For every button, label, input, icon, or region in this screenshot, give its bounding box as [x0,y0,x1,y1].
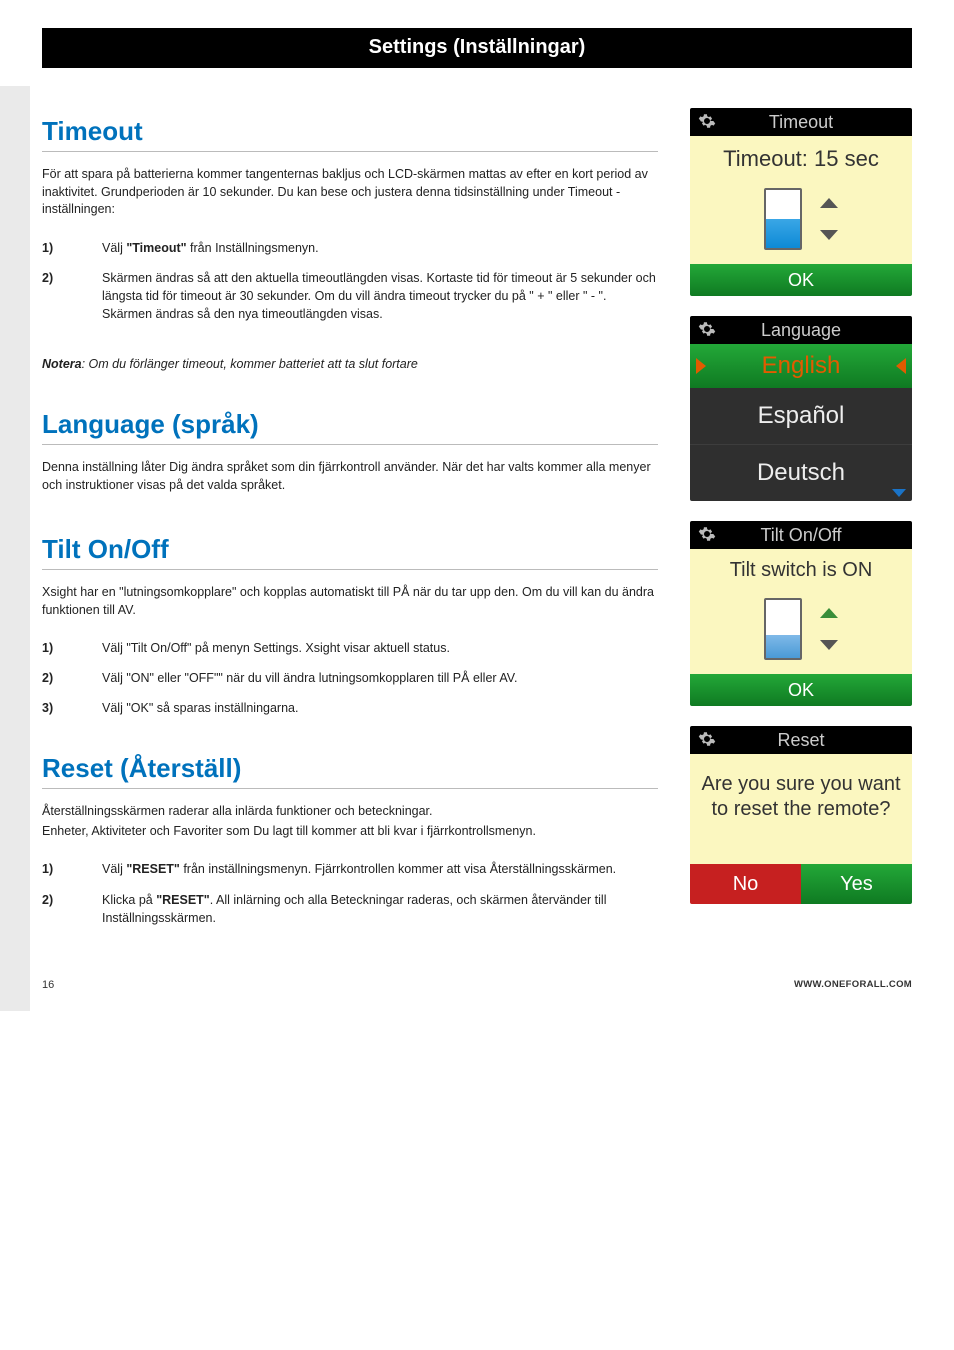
panel-header-tilt: Tilt On/Off [690,521,912,549]
timeout-value-label: Timeout: 15 sec [690,144,912,180]
tilt-step-1: 1) Välj "Tilt On/Off" på menyn Settings.… [42,633,658,663]
arrow-up-icon[interactable] [820,198,838,208]
slider-arrows [820,198,838,240]
page-header-title: Settings (Inställningar) [369,36,586,59]
gear-icon [698,730,716,748]
section-heading-timeout: Timeout [42,116,658,152]
footer-url: WWW.ONEFORALL.COM [794,979,912,991]
reset-intro-2: Enheter, Aktiviteter och Favoriter som D… [42,823,658,841]
gear-icon [698,320,716,338]
timeout-slider-row [690,180,912,264]
panel-body: Timeout: 15 sec [690,136,912,264]
language-option-espanol[interactable]: Español [690,388,912,445]
panel-title: Timeout [690,112,912,133]
left-column: Timeout För att spara på batterierna kom… [42,108,658,961]
step-body: Välj "ON" eller "OFF"" när du vill ändra… [102,669,658,687]
language-selected-label: English [762,352,841,380]
step-body: Välj "Tilt On/Off" på menyn Settings. Xs… [102,639,658,657]
panel-tilt: Tilt On/Off Tilt switch is ON OK [690,521,912,706]
step-number: 2) [42,891,70,927]
panel-title: Reset [690,730,912,751]
panel-header-reset: Reset [690,726,912,754]
section-heading-reset: Reset (Återställ) [42,753,658,789]
step-number: 3) [42,699,70,717]
step-body: Välj "Timeout" från Inställningsmenyn. [102,239,658,257]
panel-title: Tilt On/Off [690,525,912,546]
language-selected-row[interactable]: English [690,344,912,388]
step-number: 2) [42,269,70,323]
step-body: Skärmen ändras så att den aktuella timeo… [102,269,658,323]
yes-button[interactable]: Yes [801,864,912,904]
gear-icon [698,112,716,130]
page-number: 16 [42,979,54,991]
timeout-steps: 1) Välj "Timeout" från Inställningsmenyn… [42,233,658,330]
panel-reset: Reset Are you sure you want to reset the… [690,726,912,904]
tilt-slider-row [690,590,912,674]
content-row: Timeout För att spara på batterierna kom… [42,108,912,961]
chevron-right-icon[interactable] [896,358,906,374]
timeout-slider[interactable] [764,188,802,250]
tilt-step-3: 3) Välj "OK" så sparas inställningarna. [42,693,658,723]
arrow-down-icon[interactable] [820,640,838,650]
reset-step-1: 1) Välj "RESET" från inställningsmenyn. … [42,854,658,884]
ok-button[interactable]: OK [690,674,912,706]
right-column: Timeout Timeout: 15 sec OK [690,108,912,904]
slider-arrows [820,608,838,650]
language-option-deutsch[interactable]: Deutsch [690,445,912,501]
scroll-down-icon[interactable] [892,489,906,497]
tilt-status-label: Tilt switch is ON [690,557,912,590]
step-body: Välj "RESET" från inställningsmenyn. Fjä… [102,860,658,878]
reset-buttons-row: No Yes [690,864,912,904]
panel-header-language: Language [690,316,912,344]
slider-fill [766,635,800,658]
timeout-note: Notera: Om du förlänger timeout, kommer … [42,357,658,371]
page-footer: 16 WWW.ONEFORALL.COM [42,979,912,991]
step-number: 1) [42,639,70,657]
step-number: 1) [42,239,70,257]
arrow-down-icon[interactable] [820,230,838,240]
step-number: 1) [42,860,70,878]
panel-body: Tilt switch is ON [690,549,912,674]
decorative-stripe [0,86,30,1011]
reset-step-2: 2) Klicka på "RESET". All inlärning och … [42,885,658,933]
no-button[interactable]: No [690,864,801,904]
step-number: 2) [42,669,70,687]
slider-fill [766,219,800,248]
page-header-bar: Settings (Inställningar) [42,28,912,68]
reset-prompt: Are you sure you want to reset the remot… [690,754,912,864]
language-options: Español Deutsch [690,388,912,501]
language-intro: Denna inställning låter Dig ändra språke… [42,459,658,494]
panel-header-timeout: Timeout [690,108,912,136]
section-heading-tilt: Tilt On/Off [42,534,658,570]
reset-steps: 1) Välj "RESET" från inställningsmenyn. … [42,854,658,932]
tilt-step-2: 2) Välj "ON" eller "OFF"" när du vill än… [42,663,658,693]
timeout-step-1: 1) Välj "Timeout" från Inställningsmenyn… [42,233,658,263]
tilt-intro: Xsight har en "lutningsomkopplare" och k… [42,584,658,619]
tilt-steps: 1) Välj "Tilt On/Off" på menyn Settings.… [42,633,658,723]
step-body: Klicka på "RESET". All inlärning och all… [102,891,658,927]
ok-button[interactable]: OK [690,264,912,296]
panel-language: Language English Español Deutsch [690,316,912,501]
gear-icon [698,525,716,543]
section-heading-language: Language (språk) [42,409,658,445]
timeout-step-2: 2) Skärmen ändras så att den aktuella ti… [42,263,658,329]
reset-intro-1: Återställningsskärmen raderar alla inlär… [42,803,658,821]
panel-timeout: Timeout Timeout: 15 sec OK [690,108,912,296]
chevron-left-icon[interactable] [696,358,706,374]
timeout-intro: För att spara på batterierna kommer tang… [42,166,658,219]
panel-title: Language [690,320,912,341]
arrow-up-icon[interactable] [820,608,838,618]
tilt-slider[interactable] [764,598,802,660]
step-body: Välj "OK" så sparas inställningarna. [102,699,658,717]
